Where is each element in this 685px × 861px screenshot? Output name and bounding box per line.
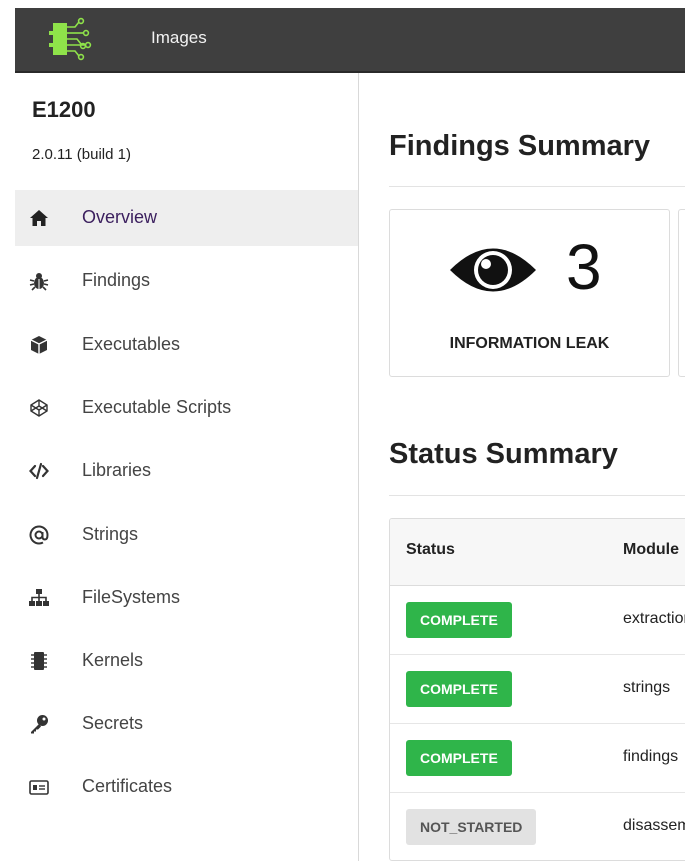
sidebar-item-filesystems[interactable]: FileSystems	[15, 570, 358, 626]
eye-icon	[448, 237, 538, 303]
microchip-icon	[29, 651, 49, 671]
module-name: strings	[623, 679, 671, 696]
divider	[389, 186, 685, 187]
sidebar-item-label: Overview	[82, 207, 158, 227]
id-card-icon	[29, 777, 49, 797]
sidebar-item-label: Libraries	[82, 460, 152, 480]
module-name: findings	[623, 748, 679, 765]
finding-card[interactable]	[678, 209, 685, 377]
table-header: Status Module	[390, 519, 685, 586]
sidebar-item-label: Kernels	[82, 650, 144, 670]
status-badge: COMPLETE	[406, 671, 512, 707]
code-icon	[29, 461, 49, 481]
sidebar-item-secrets[interactable]: Secrets	[15, 696, 358, 752]
top-navbar: Images	[15, 8, 685, 73]
navbar-title[interactable]: Images	[151, 28, 207, 48]
table-row: COMPLETE findings	[390, 724, 685, 793]
module-name: disassembly	[623, 817, 685, 834]
finding-label: INFORMATION LEAK	[449, 335, 610, 352]
sitemap-icon	[29, 588, 49, 608]
sidebar-item-libraries[interactable]: Libraries	[15, 443, 358, 499]
bug-icon	[29, 271, 49, 291]
findings-summary-heading: Findings Summary	[389, 130, 651, 162]
finding-card-information-leak[interactable]: 3 INFORMATION LEAK	[389, 209, 670, 377]
sidebar-item-label: Findings	[82, 270, 151, 290]
sidebar-item-overview[interactable]: Overview	[15, 190, 358, 246]
table-row: COMPLETE strings	[390, 655, 685, 724]
sidebar-item-strings[interactable]: Strings	[15, 507, 358, 563]
divider	[389, 495, 685, 496]
sidebar-item-label: Strings	[82, 524, 139, 544]
column-header-status[interactable]: Status	[406, 541, 455, 559]
cube-icon	[29, 335, 49, 355]
sidebar-item-findings[interactable]: Findings	[15, 253, 358, 309]
status-badge: COMPLETE	[406, 602, 512, 638]
sidebar-item-label: Secrets	[82, 713, 144, 733]
project-name: E1200	[32, 97, 96, 122]
table-row: COMPLETE extraction	[390, 586, 685, 655]
main-content: Findings Summary 3 INFORMATION LEAK Stat…	[359, 73, 685, 861]
status-summary-heading: Status Summary	[389, 438, 618, 470]
table-row: NOT_STARTED disassembly	[390, 793, 685, 860]
sidebar-item-kernels[interactable]: Kernels	[15, 633, 358, 689]
codepen-icon	[29, 398, 49, 418]
sidebar-item-label: Certificates	[82, 776, 173, 796]
sidebar-item-executable-scripts[interactable]: Executable Scripts	[15, 380, 358, 436]
status-badge: NOT_STARTED	[406, 809, 537, 845]
sidebar-item-label: Executable Scripts	[82, 397, 232, 417]
home-icon	[29, 208, 49, 228]
module-name: extraction	[623, 610, 685, 627]
sidebar-item-label: Executables	[82, 334, 181, 354]
sidebar-item-certificates[interactable]: Certificates	[15, 759, 358, 815]
sidebar-item-executables[interactable]: Executables	[15, 317, 358, 373]
finding-count: 3	[566, 231, 602, 303]
sidebar: E1200 2.0.11 (build 1) Overview Findings…	[15, 73, 359, 861]
circuit-logo-icon[interactable]	[45, 17, 93, 61]
sidebar-item-label: FileSystems	[82, 587, 181, 607]
status-badge: COMPLETE	[406, 740, 512, 776]
project-version: 2.0.11 (build 1)	[32, 146, 131, 163]
column-header-module[interactable]: Module	[623, 541, 679, 559]
at-icon	[29, 525, 49, 545]
key-icon	[29, 714, 49, 734]
status-table: Status Module COMPLETE extraction COMPLE…	[389, 518, 685, 861]
